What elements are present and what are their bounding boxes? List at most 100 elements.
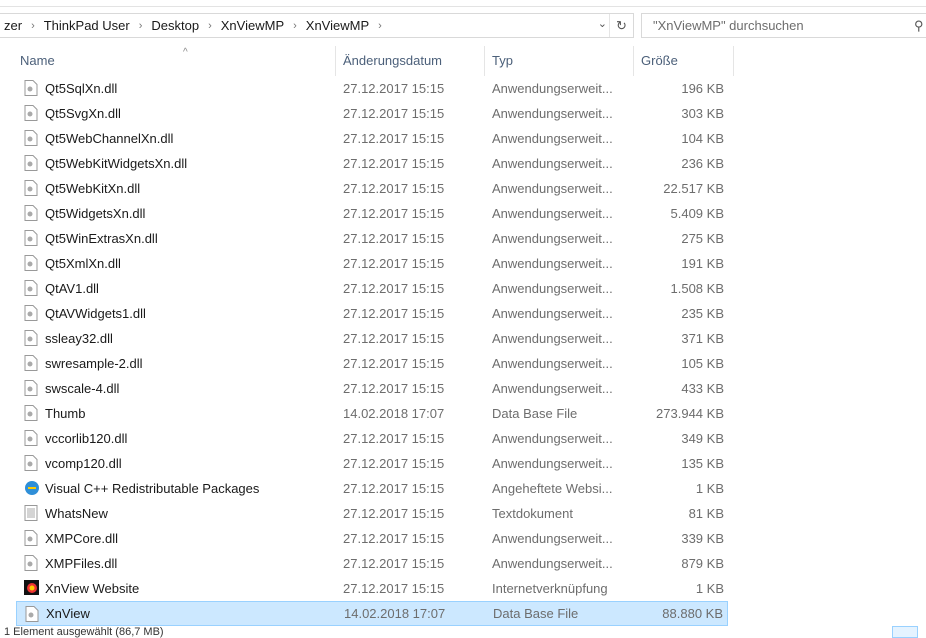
file-row[interactable]: swresample-2.dll 27.12.2017 15:15 Anwend… — [16, 351, 728, 376]
file-type: Anwendungserweit... — [492, 431, 613, 446]
file-size: 275 KB — [681, 231, 724, 246]
file-type: Anwendungserweit... — [492, 556, 613, 571]
file-name: Qt5WebChannelXn.dll — [45, 131, 174, 146]
file-date: 27.12.2017 15:15 — [343, 131, 445, 146]
file-date: 27.12.2017 15:15 — [343, 481, 445, 496]
breadcrumb-item[interactable]: XnViewMP — [301, 18, 374, 33]
xnview-icon — [24, 580, 39, 596]
file-name: Qt5SqlXn.dll — [45, 81, 118, 96]
file-row[interactable]: Qt5WinExtrasXn.dll 27.12.2017 15:15 Anwe… — [16, 226, 728, 251]
file-row[interactable]: ssleay32.dll 27.12.2017 15:15 Anwendungs… — [16, 326, 728, 351]
file-row[interactable]: Qt5WebKitWidgetsXn.dll 27.12.2017 15:15 … — [16, 151, 728, 176]
file-row[interactable]: Qt5WidgetsXn.dll 27.12.2017 15:15 Anwend… — [16, 201, 728, 226]
column-name-label: Name — [20, 53, 55, 68]
file-row[interactable]: WhatsNew 27.12.2017 15:15 Textdokument 8… — [16, 501, 728, 526]
sort-up-icon: ^ — [183, 47, 188, 58]
chevron-right-icon[interactable]: › — [204, 20, 216, 32]
file-name: Qt5WebKitXn.dll — [45, 181, 141, 196]
file-row[interactable]: vcomp120.dll 27.12.2017 15:15 Anwendungs… — [16, 451, 728, 476]
chevron-right-icon[interactable]: › — [289, 20, 301, 32]
file-size: 1 KB — [695, 481, 724, 496]
file-date: 27.12.2017 15:15 — [343, 431, 445, 446]
details-view-button[interactable] — [892, 626, 918, 638]
dll-file-icon — [24, 355, 38, 371]
file-name: XMPFiles.dll — [45, 556, 118, 571]
web-link-icon — [24, 480, 39, 496]
chevron-right-icon[interactable]: › — [135, 20, 147, 32]
file-name: Qt5XmlXn.dll — [45, 256, 121, 271]
column-date[interactable]: Änderungsdatum — [336, 46, 485, 76]
dll-file-icon — [24, 180, 38, 196]
file-size: 135 KB — [681, 456, 724, 471]
column-size-label: Größe — [641, 53, 678, 68]
file-date: 27.12.2017 15:15 — [343, 331, 445, 346]
dll-file-icon — [24, 530, 38, 546]
refresh-icon[interactable]: ↻ — [609, 14, 633, 37]
file-row[interactable]: XnView 14.02.2018 17:07 Data Base File 8… — [16, 601, 728, 626]
file-row[interactable]: Qt5SvgXn.dll 27.12.2017 15:15 Anwendungs… — [16, 101, 728, 126]
file-size: 371 KB — [681, 331, 724, 346]
address-bar[interactable]: zer › ThinkPad User › Desktop › XnViewMP › XnVie… — [0, 13, 634, 38]
file-row[interactable]: swscale-4.dll 27.12.2017 15:15 Anwendung… — [16, 376, 728, 401]
file-row[interactable]: XnView Website 27.12.2017 15:15 Internet… — [16, 576, 728, 601]
dll-file-icon — [24, 430, 38, 446]
file-row[interactable]: Thumb 14.02.2018 17:07 Data Base File 27… — [16, 401, 728, 426]
file-row[interactable]: XMPFiles.dll 27.12.2017 15:15 Anwendungs… — [16, 551, 728, 576]
file-size: 273.944 KB — [656, 406, 724, 421]
file-type: Anwendungserweit... — [492, 381, 613, 396]
search-input[interactable]: "XnViewMP" durchsuchen ⚲ — [641, 13, 926, 38]
chevron-right-icon[interactable]: › — [27, 20, 39, 32]
breadcrumb: zer › ThinkPad User › Desktop › XnViewMP › XnVie… — [0, 18, 386, 33]
file-size: 433 KB — [681, 381, 724, 396]
file-row[interactable]: QtAV1.dll 27.12.2017 15:15 Anwendungserw… — [16, 276, 728, 301]
file-date: 27.12.2017 15:15 — [343, 256, 445, 271]
file-type: Anwendungserweit... — [492, 131, 613, 146]
column-name[interactable]: ^ Name — [13, 46, 336, 76]
status-text: 1 Element ausgewählt (86,7 MB) — [4, 626, 164, 638]
breadcrumb-item[interactable]: XnViewMP — [216, 18, 289, 33]
file-name: Qt5WinExtrasXn.dll — [45, 231, 158, 246]
chevron-right-icon[interactable]: › — [374, 20, 386, 32]
file-name: WhatsNew — [45, 506, 108, 521]
file-size: 22.517 KB — [663, 181, 724, 196]
file-row[interactable]: Qt5WebKitXn.dll 27.12.2017 15:15 Anwendu… — [16, 176, 728, 201]
file-row[interactable]: Visual C++ Redistributable Packages 27.1… — [16, 476, 728, 501]
file-name: XnView — [46, 606, 90, 621]
file-date: 27.12.2017 15:15 — [343, 556, 445, 571]
file-date: 27.12.2017 15:15 — [343, 356, 445, 371]
file-date: 27.12.2017 15:15 — [343, 306, 445, 321]
file-size: 349 KB — [681, 431, 724, 446]
file-type: Data Base File — [493, 606, 579, 621]
column-size[interactable]: Größe — [634, 46, 734, 76]
file-type: Data Base File — [492, 406, 578, 421]
file-size: 5.409 KB — [670, 206, 725, 221]
dll-file-icon — [24, 305, 38, 321]
file-row[interactable]: Qt5XmlXn.dll 27.12.2017 15:15 Anwendungs… — [16, 251, 728, 276]
file-date: 14.02.2018 17:07 — [343, 406, 445, 421]
file-date: 27.12.2017 15:15 — [343, 456, 445, 471]
file-name: vcomp120.dll — [45, 456, 122, 471]
file-type: Textdokument — [492, 506, 573, 521]
file-row[interactable]: Qt5WebChannelXn.dll 27.12.2017 15:15 Anw… — [16, 126, 728, 151]
toolbar-edge — [0, 0, 926, 7]
file-size: 105 KB — [681, 356, 724, 371]
column-type[interactable]: Typ — [485, 46, 634, 76]
column-type-label: Typ — [492, 53, 513, 68]
dll-file-icon — [24, 380, 38, 396]
file-size: 196 KB — [681, 81, 724, 96]
file-row[interactable]: QtAVWidgets1.dll 27.12.2017 15:15 Anwend… — [16, 301, 728, 326]
file-row[interactable]: Qt5SqlXn.dll 27.12.2017 15:15 Anwendungs… — [16, 76, 728, 101]
file-date: 27.12.2017 15:15 — [343, 81, 445, 96]
chevron-down-icon[interactable]: ⌄ — [598, 17, 607, 30]
file-type: Anwendungserweit... — [492, 81, 613, 96]
search-icon[interactable]: ⚲ — [914, 14, 924, 37]
file-row[interactable]: XMPCore.dll 27.12.2017 15:15 Anwendungse… — [16, 526, 728, 551]
file-row[interactable]: vccorlib120.dll 27.12.2017 15:15 Anwendu… — [16, 426, 728, 451]
file-size: 88.880 KB — [662, 606, 723, 621]
breadcrumb-item[interactable]: Desktop — [146, 18, 204, 33]
dll-file-icon — [25, 606, 39, 622]
breadcrumb-item[interactable]: zer — [0, 18, 27, 33]
dll-file-icon — [24, 455, 38, 471]
breadcrumb-item[interactable]: ThinkPad User — [39, 18, 135, 33]
dll-file-icon — [24, 405, 38, 421]
